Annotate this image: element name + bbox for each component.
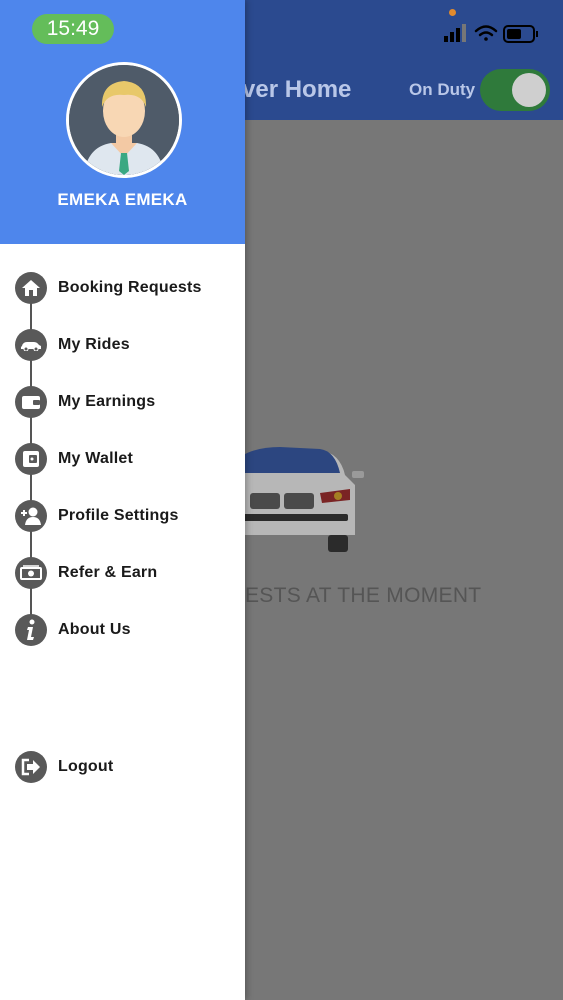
navigation-drawer: 15:49 EMEKA EMEKA Booking Requests My Ri… [0,0,245,1000]
wifi-icon [474,25,498,41]
menu-item-my-wallet[interactable]: My Wallet [15,442,133,476]
camera-indicator [449,9,456,16]
menu-item-label: Refer & Earn [58,564,158,581]
user-add-icon [15,500,47,532]
page-title: ver Home [242,76,352,103]
car-icon [15,329,47,361]
info-icon [15,614,47,646]
duty-label: On Duty [409,80,476,99]
signal-icon [444,24,466,42]
duty-toggle[interactable] [480,69,550,111]
menu-item-booking-requests[interactable]: Booking Requests [15,271,202,305]
menu-item-label: About Us [58,621,131,638]
user-avatar-icon [69,65,179,175]
money-icon [15,557,47,589]
menu-item-label: My Rides [58,336,130,353]
menu-item-refer-earn[interactable]: Refer & Earn [15,556,157,590]
menu-item-my-earnings[interactable]: My Earnings [15,385,155,419]
toggle-knob [512,73,546,107]
menu-item-label: Logout [58,758,114,775]
logout-icon [15,751,47,783]
avatar[interactable] [66,62,182,178]
menu-item-label: My Earnings [58,393,156,410]
wallet-card-icon [15,443,47,475]
menu-item-label: My Wallet [58,450,133,467]
home-icon [15,272,47,304]
drawer-header: 15:49 EMEKA EMEKA [0,0,245,244]
menu-item-about-us[interactable]: About Us [15,613,131,647]
status-time: 15:49 [32,14,114,44]
user-name: EMEKA EMEKA [57,190,188,209]
menu-item-label: Profile Settings [58,507,179,524]
menu-item-profile-settings[interactable]: Profile Settings [15,499,179,533]
status-icons [444,24,538,43]
menu-item-logout[interactable]: Logout [15,750,113,784]
menu-item-label: Booking Requests [58,279,202,296]
empty-state-message: ESTS AT THE MOMENT [245,584,482,607]
wallet-icon [15,386,47,418]
menu-item-my-rides[interactable]: My Rides [15,328,130,362]
battery-icon [503,25,538,43]
